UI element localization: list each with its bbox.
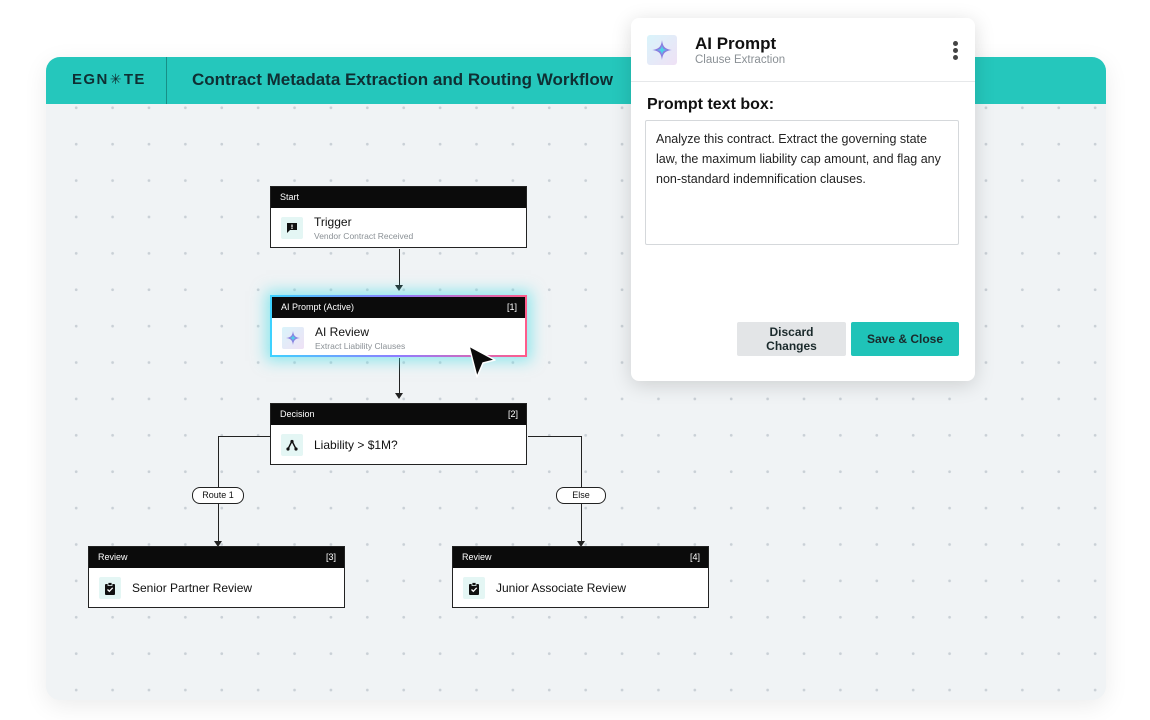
node-header: Decision [2] [271,404,526,425]
connector-start-ai [399,249,400,287]
node-header: Review [4] [453,547,708,568]
ai-prompt-panel: AI Prompt Clause Extraction Prompt text … [631,18,975,381]
sparkle-icon [647,35,677,65]
node-type-label: Review [462,552,492,562]
node-type-label: Start [280,192,300,202]
arrow-down-icon [395,393,403,399]
node-title: Junior Associate Review [496,581,627,595]
node-number: [1] [506,302,517,312]
workflow-title: Contract Metadata Extraction and Routing… [192,70,613,89]
node-title: Trigger [314,215,352,229]
panel-subtitle: Clause Extraction [695,54,786,66]
logo-star-icon: ✳ [109,71,123,87]
node-decision[interactable]: Decision [2] Liability > $1M? [270,403,527,465]
route-label-left[interactable]: Route 1 [192,487,244,504]
message-alert-icon [281,217,303,239]
node-subtitle: Vendor Contract Received [314,231,414,241]
route-label-right[interactable]: Else [556,487,606,504]
arrow-down-icon [395,285,403,291]
discard-changes-button[interactable]: Discard Changes [737,322,846,356]
panel-divider [631,81,975,82]
connector-decision-left [218,436,270,437]
node-title: AI Review [315,325,370,339]
node-header: AI Prompt (Active) [1] [272,297,525,318]
node-type-label: Review [98,552,128,562]
connector-ai-decision [399,358,400,395]
node-review-junior[interactable]: Review [4] Junior Associate Review [452,546,709,608]
logo-text-left: EGN [72,71,109,88]
node-number: [3] [325,552,336,562]
sparkle-icon [282,327,304,349]
node-number: [4] [689,552,700,562]
mouse-pointer-icon [467,344,497,385]
prompt-textarea[interactable]: Analyze this contract. Extract the gover… [645,120,959,245]
kebab-menu-icon[interactable] [950,41,960,63]
node-header: Review [3] [89,547,344,568]
node-type-label: Decision [280,409,315,419]
branch-icon [281,434,303,456]
node-subtitle: Extract Liability Clauses [315,341,406,351]
node-title: Senior Partner Review [132,581,253,595]
node-header: Start [271,187,526,208]
node-start[interactable]: Start Trigger Vendor Contract Received [270,186,527,248]
node-number: [2] [507,409,518,419]
prompt-label: Prompt text box: [647,96,775,113]
connector-decision-right [528,436,581,437]
clipboard-check-icon [99,577,121,599]
header-divider [166,57,167,104]
clipboard-check-icon [463,577,485,599]
save-close-button[interactable]: Save & Close [851,322,959,356]
egnyte-logo[interactable]: EGN✳TE [72,71,146,88]
node-review-senior[interactable]: Review [3] Senior Partner Review [88,546,345,608]
node-title: Liability > $1M? [314,438,398,452]
node-type-label: AI Prompt (Active) [281,302,355,312]
logo-text-right: TE [123,71,146,88]
panel-title: AI Prompt [695,34,777,53]
